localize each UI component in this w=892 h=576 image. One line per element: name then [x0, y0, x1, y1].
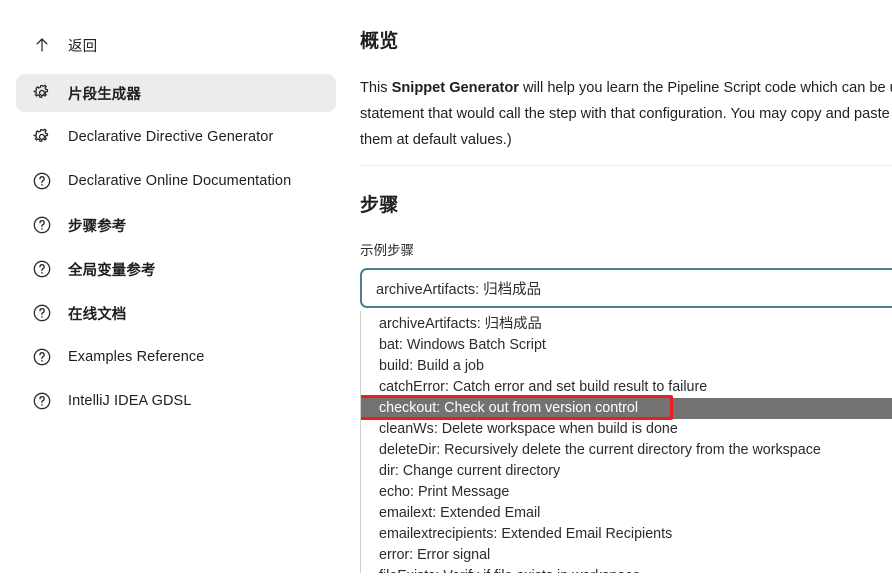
sidebar-item-label: 返回	[68, 38, 98, 55]
list-item-selected[interactable]: checkout: Check out from version control	[361, 398, 892, 419]
sidebar-item-label: 片段生成器	[68, 86, 141, 103]
sidebar-item-label: Declarative Directive Generator	[68, 129, 274, 145]
list-item[interactable]: fileExists: Verify if file exists in wor…	[361, 566, 892, 573]
list-item[interactable]: emailextrecipients: Extended Email Recip…	[361, 524, 892, 545]
overview-text-post: will help you learn the Pipeline Script …	[518, 80, 892, 96]
overview-paragraph-line-1: This Snippet Generator will help you lea…	[360, 75, 892, 101]
sidebar: 返回 片段生成器 Declarative Directive Generator	[0, 0, 352, 576]
step-search-input[interactable]	[360, 268, 892, 308]
sidebar-item-label: 步骤参考	[68, 218, 127, 235]
list-item[interactable]: archiveArtifacts: 归档成品	[361, 314, 892, 335]
list-item[interactable]: bat: Windows Batch Script	[361, 335, 892, 356]
snippet-generator-page: 返回 片段生成器 Declarative Directive Generator	[0, 0, 892, 576]
sidebar-item-label: IntelliJ IDEA GDSL	[68, 393, 192, 409]
overview-paragraph-line-2: statement that would call the step with …	[360, 106, 892, 122]
sidebar-item-back[interactable]: 返回	[16, 26, 336, 64]
sidebar-item-steps-reference[interactable]: 步骤参考	[16, 206, 336, 244]
sidebar-item-examples-reference[interactable]: Examples Reference	[16, 338, 336, 376]
list-item[interactable]: build: Build a job	[361, 356, 892, 377]
sidebar-item-online-documentation[interactable]: 在线文档	[16, 294, 336, 332]
sidebar-item-intellij-idea-gdsl[interactable]: IntelliJ IDEA GDSL	[16, 382, 336, 420]
help-icon	[30, 345, 54, 369]
sidebar-item-label: Examples Reference	[68, 349, 205, 365]
overview-paragraph-line-3: them at default values.)	[360, 132, 512, 148]
sidebar-item-label: 全局变量参考	[68, 262, 156, 279]
list-item[interactable]: dir: Change current directory	[361, 461, 892, 482]
overview-text-pre: This	[360, 80, 392, 96]
sidebar-item-declarative-directive-generator[interactable]: Declarative Directive Generator	[16, 118, 336, 156]
sample-step-label: 示例步骤	[360, 243, 414, 258]
sidebar-item-snippet-generator[interactable]: 片段生成器	[16, 74, 336, 112]
help-icon	[30, 301, 54, 325]
list-item[interactable]: catchError: Catch error and set build re…	[361, 377, 892, 398]
overview-heading: 概览	[360, 31, 399, 52]
help-icon	[30, 257, 54, 281]
list-item[interactable]: error: Error signal	[361, 545, 892, 566]
sidebar-item-declarative-online-documentation[interactable]: Declarative Online Documentation	[16, 162, 336, 200]
list-item[interactable]: deleteDir: Recursively delete the curren…	[361, 440, 892, 461]
help-icon	[30, 213, 54, 237]
gear-icon	[30, 81, 54, 105]
help-icon	[30, 389, 54, 413]
steps-heading: 步骤	[360, 195, 399, 216]
main-content: 概览 This Snippet Generator will help you …	[352, 0, 892, 576]
list-item[interactable]: cleanWs: Delete workspace when build is …	[361, 419, 892, 440]
list-item[interactable]: echo: Print Message	[361, 482, 892, 503]
sidebar-item-label: Declarative Online Documentation	[68, 173, 292, 189]
sidebar-item-label: 在线文档	[68, 306, 127, 323]
section-divider	[360, 165, 892, 166]
help-icon	[30, 169, 54, 193]
step-combobox: archiveArtifacts: 归档成品 bat: Windows Batc…	[360, 268, 892, 573]
step-options-dropdown[interactable]: archiveArtifacts: 归档成品 bat: Windows Batc…	[360, 311, 892, 573]
arrow-up-icon	[30, 33, 54, 57]
list-item[interactable]: emailext: Extended Email	[361, 503, 892, 524]
snippet-generator-emphasis: Snippet Generator	[391, 80, 519, 96]
sidebar-item-global-variable-reference[interactable]: 全局变量参考	[16, 250, 336, 288]
gear-icon	[30, 125, 54, 149]
